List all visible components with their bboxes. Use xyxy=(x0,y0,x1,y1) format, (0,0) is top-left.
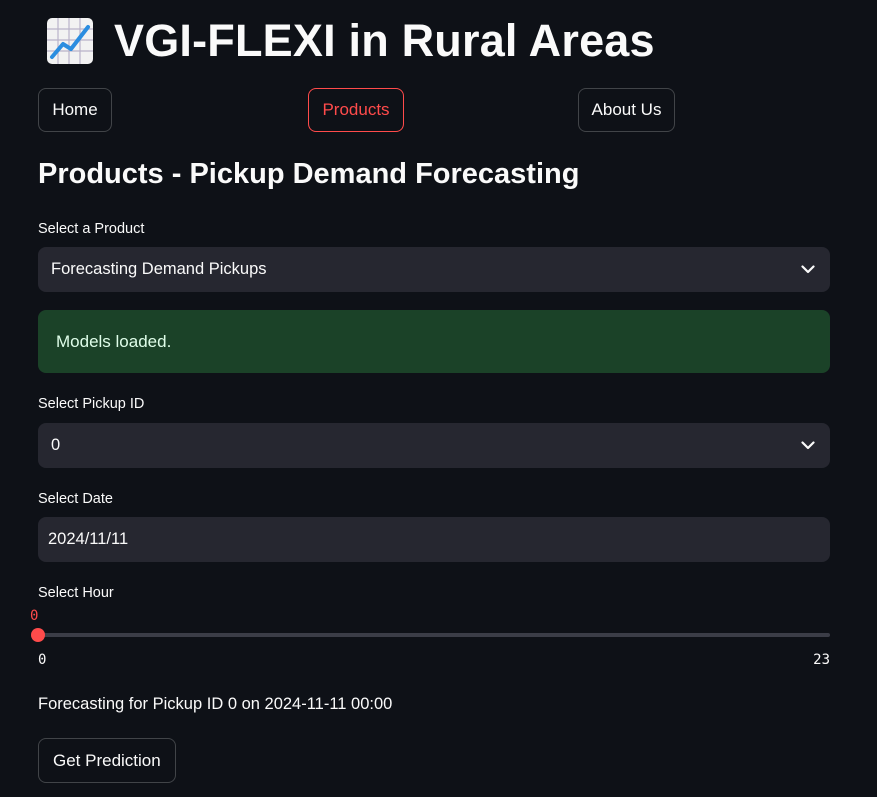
hour-slider[interactable]: 0 0 23 xyxy=(30,608,830,668)
product-select-value: Forecasting Demand Pickups xyxy=(51,260,267,278)
nav-products-button[interactable]: Products xyxy=(308,88,404,132)
slider-thumb[interactable] xyxy=(31,628,45,642)
pickup-id-value: 0 xyxy=(51,436,61,454)
nav-about-us-label: About Us xyxy=(591,100,662,119)
slider-track[interactable] xyxy=(38,633,830,637)
date-input[interactable] xyxy=(38,517,830,562)
date-label: Select Date xyxy=(38,491,113,507)
chevron-down-icon xyxy=(799,437,817,455)
hour-slider-label: Select Hour xyxy=(38,585,114,601)
slider-max-label: 23 xyxy=(813,652,830,668)
chevron-down-icon xyxy=(799,261,817,279)
app-page: VGI-FLEXI in Rural Areas Home Products A… xyxy=(0,0,877,797)
slider-min-label: 0 xyxy=(38,652,47,668)
nav-about-us-button[interactable]: About Us xyxy=(578,88,675,132)
success-alert: Models loaded. xyxy=(38,310,830,373)
pickup-select-label: Select Pickup ID xyxy=(38,396,145,412)
hour-slider-value: 0 xyxy=(30,608,39,624)
app-header: VGI-FLEXI in Rural Areas xyxy=(44,10,655,72)
forecast-summary: Forecasting for Pickup ID 0 on 2024-11-1… xyxy=(38,695,393,713)
get-prediction-label: Get Prediction xyxy=(53,750,161,770)
status-message: Models loaded. xyxy=(56,331,172,351)
nav-home-label: Home xyxy=(52,100,98,119)
nav-home-button[interactable]: Home xyxy=(38,88,112,132)
nav-products-label: Products xyxy=(322,100,390,119)
pickup-id-select[interactable]: 0 xyxy=(38,423,830,468)
product-select-label: Select a Product xyxy=(38,221,145,237)
page-title: Products - Pickup Demand Forecasting xyxy=(38,158,580,190)
app-title: VGI-FLEXI in Rural Areas xyxy=(114,15,655,66)
product-select[interactable]: Forecasting Demand Pickups xyxy=(38,247,830,292)
get-prediction-button[interactable]: Get Prediction xyxy=(38,738,176,783)
chart-increasing-icon xyxy=(44,15,96,67)
